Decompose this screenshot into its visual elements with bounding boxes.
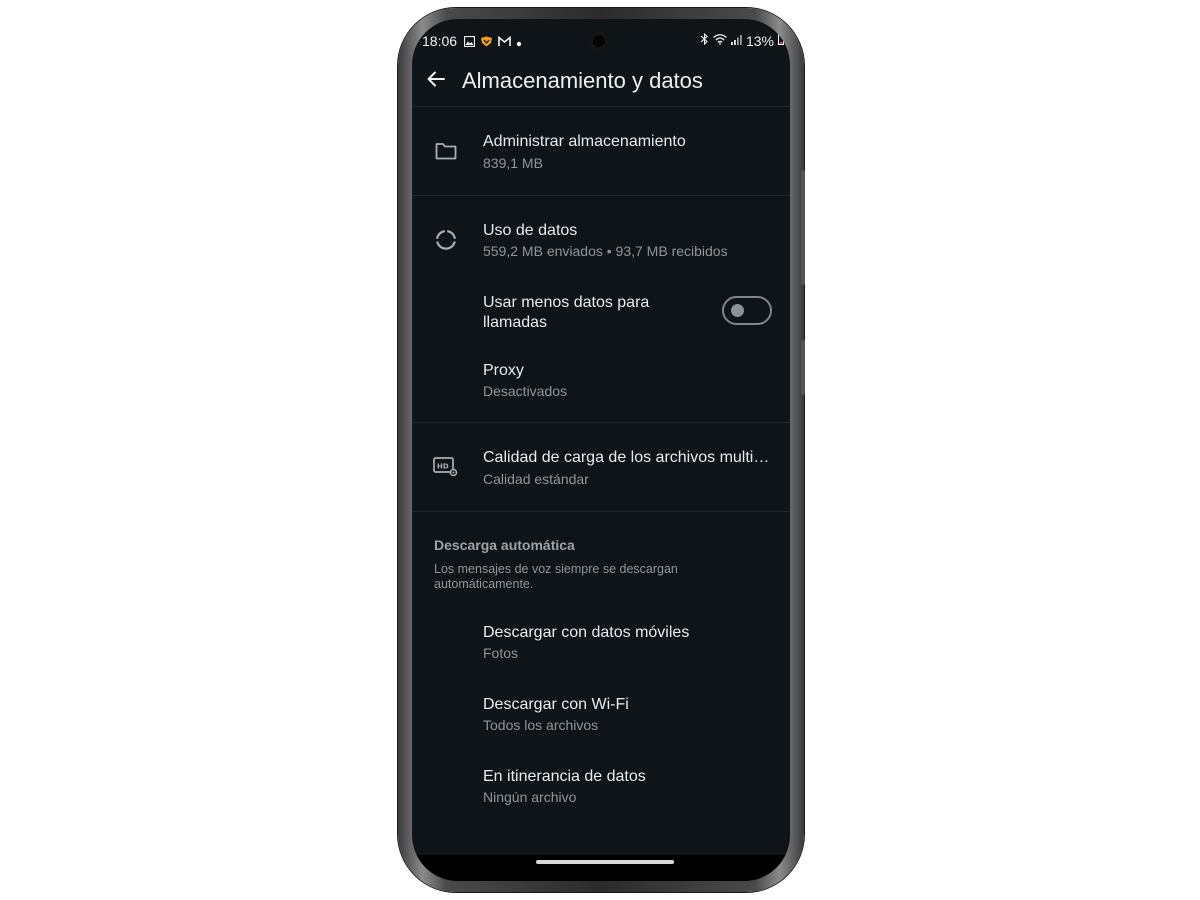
- home-gesture-handle[interactable]: [536, 860, 674, 864]
- manage-storage-title: Administrar almacenamiento: [483, 133, 686, 150]
- signal-icon: [730, 32, 742, 50]
- status-bar: 18:06 13%: [412, 19, 790, 59]
- auto-download-header: Descarga automática: [434, 537, 575, 553]
- data-usage-icon: [432, 226, 460, 254]
- download-mobile-data-value: Fotos: [483, 645, 519, 661]
- download-wifi-value: Todos los archivos: [483, 717, 599, 733]
- navigation-bar: [412, 855, 790, 881]
- divider: [412, 511, 790, 512]
- status-time: 18:06: [422, 33, 458, 49]
- battery-icon: [778, 32, 784, 50]
- download-roaming-value: Ningún archivo: [483, 789, 577, 805]
- less-data-calls-toggle[interactable]: [722, 296, 772, 325]
- proxy-item[interactable]: Proxy Desactivados: [412, 349, 790, 419]
- app-screen: 18:06 13% Almacenamiento y datos Adminis…: [412, 19, 790, 881]
- media-quality-value: Calidad estándar: [483, 471, 589, 487]
- back-button[interactable]: [420, 65, 452, 97]
- image-icon: [463, 34, 476, 52]
- download-roaming-item[interactable]: En itinerancia de datos Ningún archivo: [412, 758, 790, 828]
- toggle-knob: [731, 304, 744, 317]
- front-camera: [589, 31, 609, 51]
- download-roaming-title: En itinerancia de datos: [483, 768, 646, 785]
- page-title: Almacenamiento y datos: [462, 68, 703, 93]
- power-button: [801, 340, 805, 395]
- manage-storage-size: 839,1 MB: [483, 155, 543, 171]
- wifi-icon: [713, 32, 727, 50]
- media-quality-title: Calidad de carga de los archivos multi…: [483, 449, 770, 466]
- data-usage-item[interactable]: Uso de datos 559,2 MB enviados • 93,7 MB…: [412, 196, 790, 272]
- dot-icon: [516, 34, 522, 52]
- system-icons: 13%: [700, 32, 784, 50]
- notification-icons: [463, 34, 522, 52]
- battery-level: 13%: [745, 33, 774, 49]
- proxy-title: Proxy: [483, 362, 524, 379]
- data-usage-title: Uso de datos: [483, 222, 578, 239]
- arrow-left-icon: [426, 69, 446, 94]
- shield-heart-icon: [480, 34, 493, 52]
- media-quality-item[interactable]: HD Calidad de carga de los archivos mult…: [412, 423, 790, 511]
- auto-download-note: Los mensajes de voz siempre se descargan…: [434, 562, 678, 591]
- bluetooth-icon: [700, 32, 709, 50]
- volume-button: [801, 170, 805, 285]
- download-wifi-item[interactable]: Descargar con Wi-Fi Todos los archivos: [412, 686, 790, 756]
- download-mobile-data-title: Descargar con datos móviles: [483, 624, 690, 641]
- app-bar: Almacenamiento y datos: [412, 59, 790, 107]
- manage-storage-item[interactable]: Administrar almacenamiento 839,1 MB: [412, 107, 790, 195]
- proxy-status: Desactivados: [483, 383, 568, 399]
- download-wifi-title: Descargar con Wi-Fi: [483, 696, 629, 713]
- download-mobile-data-item[interactable]: Descargar con datos móviles Fotos: [412, 614, 790, 684]
- gmail-icon: [498, 34, 511, 52]
- less-data-calls-title-line1: Usar menos datos para: [483, 294, 650, 311]
- less-data-calls-title-line2: llamadas: [483, 314, 548, 331]
- data-usage-stats: 559,2 MB enviados • 93,7 MB recibidos: [483, 243, 728, 259]
- hd-settings-icon: HD: [432, 453, 460, 481]
- less-data-calls-item[interactable]: Usar menos datos para llamadas: [412, 281, 790, 341]
- folder-icon: [432, 137, 460, 165]
- svg-text:HD: HD: [437, 463, 449, 471]
